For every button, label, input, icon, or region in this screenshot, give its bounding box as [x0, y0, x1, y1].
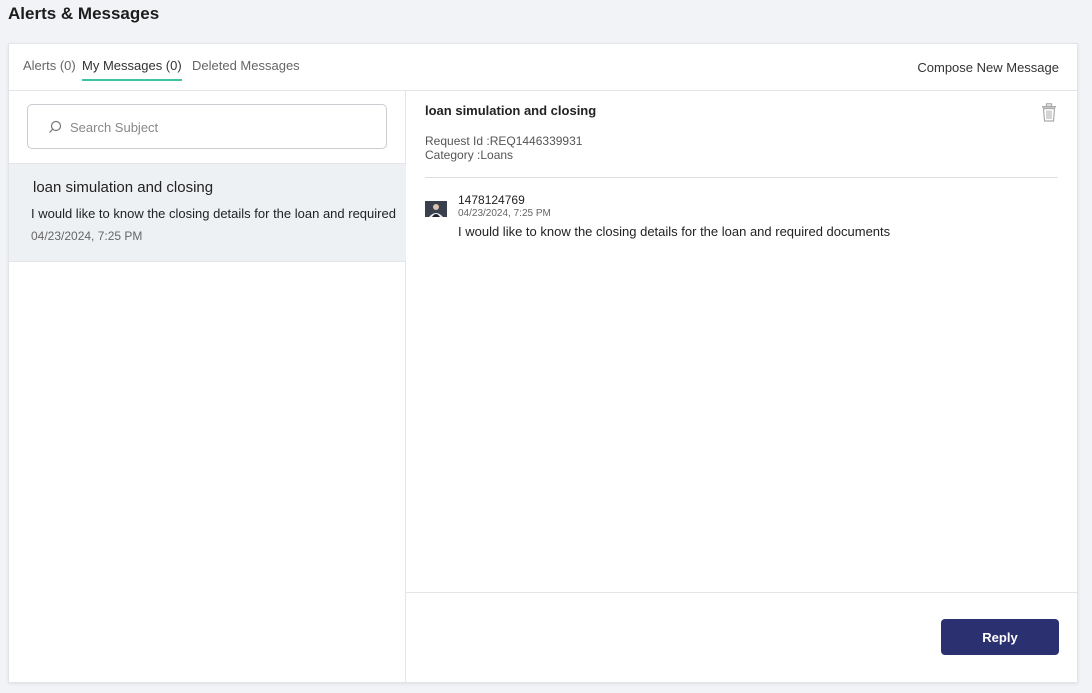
- message-subject: loan simulation and closing: [33, 179, 214, 196]
- category: Category :Loans: [425, 148, 514, 162]
- tab-bar: Alerts (0) My Messages (0) Deleted Messa…: [9, 44, 1077, 91]
- detail-subject: loan simulation and closing: [425, 103, 597, 118]
- message-preview: I would like to know the closing details…: [31, 206, 396, 221]
- search-input[interactable]: [70, 116, 370, 138]
- avatar: [425, 201, 447, 217]
- footer-divider: [406, 592, 1077, 593]
- tab-alerts[interactable]: Alerts (0): [23, 58, 76, 79]
- compose-new-message-link[interactable]: Compose New Message: [917, 60, 1059, 75]
- request-id: Request Id :REQ1446339931: [425, 134, 583, 148]
- reply-button[interactable]: Reply: [941, 619, 1059, 655]
- search-icon: [49, 120, 62, 133]
- divider: [425, 177, 1058, 178]
- message-list-pane: loan simulation and closing I would like…: [9, 91, 406, 682]
- search-box[interactable]: [27, 104, 387, 149]
- messages-card: Alerts (0) My Messages (0) Deleted Messa…: [8, 43, 1078, 683]
- page-title: Alerts & Messages: [8, 4, 160, 23]
- tab-my-messages[interactable]: My Messages (0): [82, 58, 182, 81]
- sender-id: 1478124769: [458, 193, 525, 207]
- sent-date: 04/23/2024, 7:25 PM: [458, 208, 551, 219]
- message-detail-pane: loan simulation and closing Request Id :…: [406, 91, 1077, 682]
- list-item[interactable]: loan simulation and closing I would like…: [9, 163, 406, 262]
- message-body: I would like to know the closing details…: [458, 224, 891, 239]
- tab-deleted-messages[interactable]: Deleted Messages: [192, 58, 300, 79]
- trash-icon[interactable]: [1041, 103, 1057, 127]
- message-meta: Request Id :REQ1446339931 Category :Loan…: [425, 134, 582, 162]
- message-date: 04/23/2024, 7:25 PM: [31, 229, 143, 243]
